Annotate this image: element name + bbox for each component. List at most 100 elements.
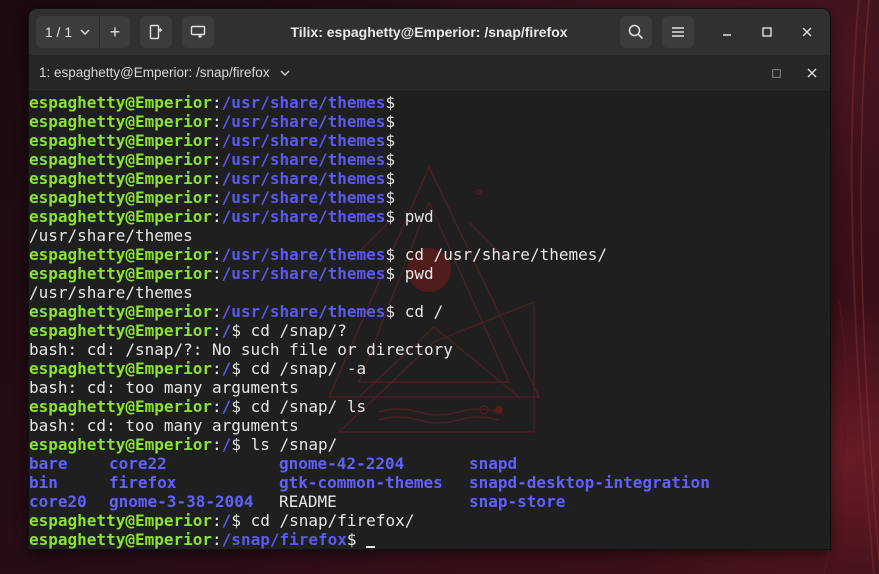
- terminal-text: espaghetty@Emperior:/usr/share/themes$ es…: [29, 93, 710, 549]
- prompt-line: espaghetty@Emperior:/usr/share/themes$: [29, 93, 710, 112]
- ls-directory-entry: bin: [29, 473, 58, 492]
- maximize-button[interactable]: [757, 22, 777, 42]
- prompt-separator: :: [212, 245, 222, 264]
- plus-icon: +: [109, 21, 121, 42]
- prompt-user-host: espaghetty@Emperior: [29, 112, 213, 131]
- minimize-button[interactable]: [717, 22, 737, 42]
- prompt-user-host: espaghetty@Emperior: [29, 245, 213, 264]
- window-title: Tilix: espaghetty@Emperior: /snap/firefo…: [290, 24, 568, 40]
- search-icon: [628, 24, 644, 40]
- ls-output-row: bin firefox gtk-common-themes snapd-desktop…: [29, 473, 710, 492]
- prompt-line: espaghetty@Emperior:/usr/share/themes$: [29, 150, 710, 169]
- prompt-dollar: $: [385, 264, 396, 283]
- ls-directory-entry: bare: [29, 454, 68, 473]
- add-terminal-down-button[interactable]: [182, 16, 214, 48]
- prompt-line: espaghetty@Emperior:/usr/share/themes$ p…: [29, 207, 710, 226]
- close-icon: [802, 27, 812, 37]
- add-terminal-down-icon: [190, 25, 206, 38]
- prompt-separator: :: [212, 321, 222, 340]
- prompt-path: /usr/share/themes: [221, 302, 386, 321]
- prompt-dollar: $: [385, 93, 396, 112]
- prompt-dollar: $: [231, 359, 241, 378]
- ls-directory-entry: core22: [109, 454, 167, 473]
- prompt-separator: :: [212, 359, 222, 378]
- terminal-title-button[interactable]: 1: espaghetty@Emperior: /snap/firefox: [39, 55, 290, 91]
- command-text: cd /usr/share/themes/: [395, 245, 607, 264]
- add-terminal-right-button[interactable]: [140, 16, 172, 48]
- close-button[interactable]: [797, 22, 817, 42]
- prompt-line: espaghetty@Emperior:/usr/share/themes$: [29, 131, 710, 150]
- prompt-separator: :: [212, 188, 222, 207]
- prompt-user-host: espaghetty@Emperior: [29, 150, 213, 169]
- output-text: bash: cd: too many arguments: [29, 416, 299, 435]
- output-text: /usr/share/themes: [29, 226, 193, 245]
- prompt-line: espaghetty@Emperior:/usr/share/themes$ c…: [29, 245, 710, 264]
- prompt-dollar: $: [346, 530, 357, 549]
- prompt-path: /usr/share/themes: [221, 188, 386, 207]
- terminal-tab-bar: 1: espaghetty@Emperior: /snap/firefox: [29, 55, 830, 92]
- prompt-separator: :: [212, 207, 222, 226]
- prompt-path: /usr/share/themes: [221, 245, 386, 264]
- hamburger-menu-icon: [672, 27, 684, 37]
- ls-directory-entry: gtk-common-themes: [279, 473, 443, 492]
- prompt-user-host: espaghetty@Emperior: [29, 131, 213, 150]
- prompt-separator: :: [212, 93, 222, 112]
- prompt-user-host: espaghetty@Emperior: [29, 207, 213, 226]
- prompt-user-host: espaghetty@Emperior: [29, 93, 213, 112]
- prompt-path: /usr/share/themes: [221, 112, 386, 131]
- prompt-dollar: $: [385, 245, 396, 264]
- prompt-separator: :: [212, 302, 222, 321]
- prompt-separator: :: [212, 530, 222, 549]
- prompt-path: /usr/share/themes: [221, 131, 386, 150]
- output-line: bash: cd: too many arguments: [29, 416, 710, 435]
- ls-directory-entry: snap-store: [469, 492, 566, 511]
- prompt-separator: :: [212, 264, 222, 283]
- chevron-down-icon: [80, 29, 90, 35]
- maximize-icon: [762, 27, 772, 37]
- title-bar: 1 / 1 + Tilix: espaghetty@Emperior: /sna…: [29, 9, 830, 56]
- prompt-separator: :: [212, 397, 222, 416]
- add-terminal-right-icon: [149, 24, 162, 40]
- ls-output-row: bare core22 gnome-42-2204 snapd: [29, 454, 710, 473]
- prompt-user-host: espaghetty@Emperior: [29, 321, 213, 340]
- ls-directory-entry: gnome-3-38-2004: [109, 492, 254, 511]
- prompt-path: /: [221, 397, 232, 416]
- prompt-dollar: $: [385, 169, 396, 188]
- prompt-user-host: espaghetty@Emperior: [29, 264, 213, 283]
- prompt-separator: :: [212, 169, 222, 188]
- tab-close-icon: [807, 68, 817, 78]
- output-text: /usr/share/themes: [29, 283, 193, 302]
- ls-directory-entry: snapd-desktop-integration: [469, 473, 710, 492]
- session-switcher-button[interactable]: 1 / 1: [36, 16, 100, 48]
- terminal-output[interactable]: espaghetty@Emperior:/usr/share/themes$ es…: [29, 92, 830, 549]
- prompt-dollar: $: [385, 112, 396, 131]
- ls-file-entry: README: [279, 492, 337, 511]
- search-button[interactable]: [620, 16, 652, 48]
- prompt-dollar: $: [231, 321, 241, 340]
- prompt-path: /: [221, 359, 232, 378]
- command-text: cd /snap/?: [240, 321, 347, 340]
- prompt-dollar: $: [385, 131, 396, 150]
- add-session-button[interactable]: +: [100, 16, 130, 48]
- command-text: [357, 530, 367, 549]
- menu-button[interactable]: [662, 16, 694, 48]
- prompt-line: espaghetty@Emperior:/$ cd /snap/firefox/: [29, 511, 710, 530]
- prompt-separator: :: [212, 150, 222, 169]
- terminal-maximize-button[interactable]: [766, 63, 786, 83]
- prompt-line: espaghetty@Emperior:/usr/share/themes$: [29, 188, 710, 207]
- command-text: cd /snap/ ls: [240, 397, 367, 416]
- prompt-user-host: espaghetty@Emperior: [29, 530, 213, 549]
- prompt-line: espaghetty@Emperior:/$ cd /snap/?: [29, 321, 710, 340]
- prompt-user-host: espaghetty@Emperior: [29, 435, 213, 454]
- prompt-dollar: $: [385, 207, 396, 226]
- terminal-close-button[interactable]: [802, 63, 822, 83]
- minimize-icon: [723, 34, 731, 36]
- ls-output-row: core20 gnome-3-38-2004 README snap-store: [29, 492, 710, 511]
- prompt-dollar: $: [231, 511, 241, 530]
- prompt-separator: :: [212, 435, 222, 454]
- prompt-line: espaghetty@Emperior:/snap/firefox$: [29, 530, 710, 549]
- prompt-separator: :: [212, 112, 222, 131]
- ls-directory-entry: gnome-42-2204: [279, 454, 405, 473]
- prompt-path: /usr/share/themes: [221, 207, 386, 226]
- output-line: bash: cd: too many arguments: [29, 378, 710, 397]
